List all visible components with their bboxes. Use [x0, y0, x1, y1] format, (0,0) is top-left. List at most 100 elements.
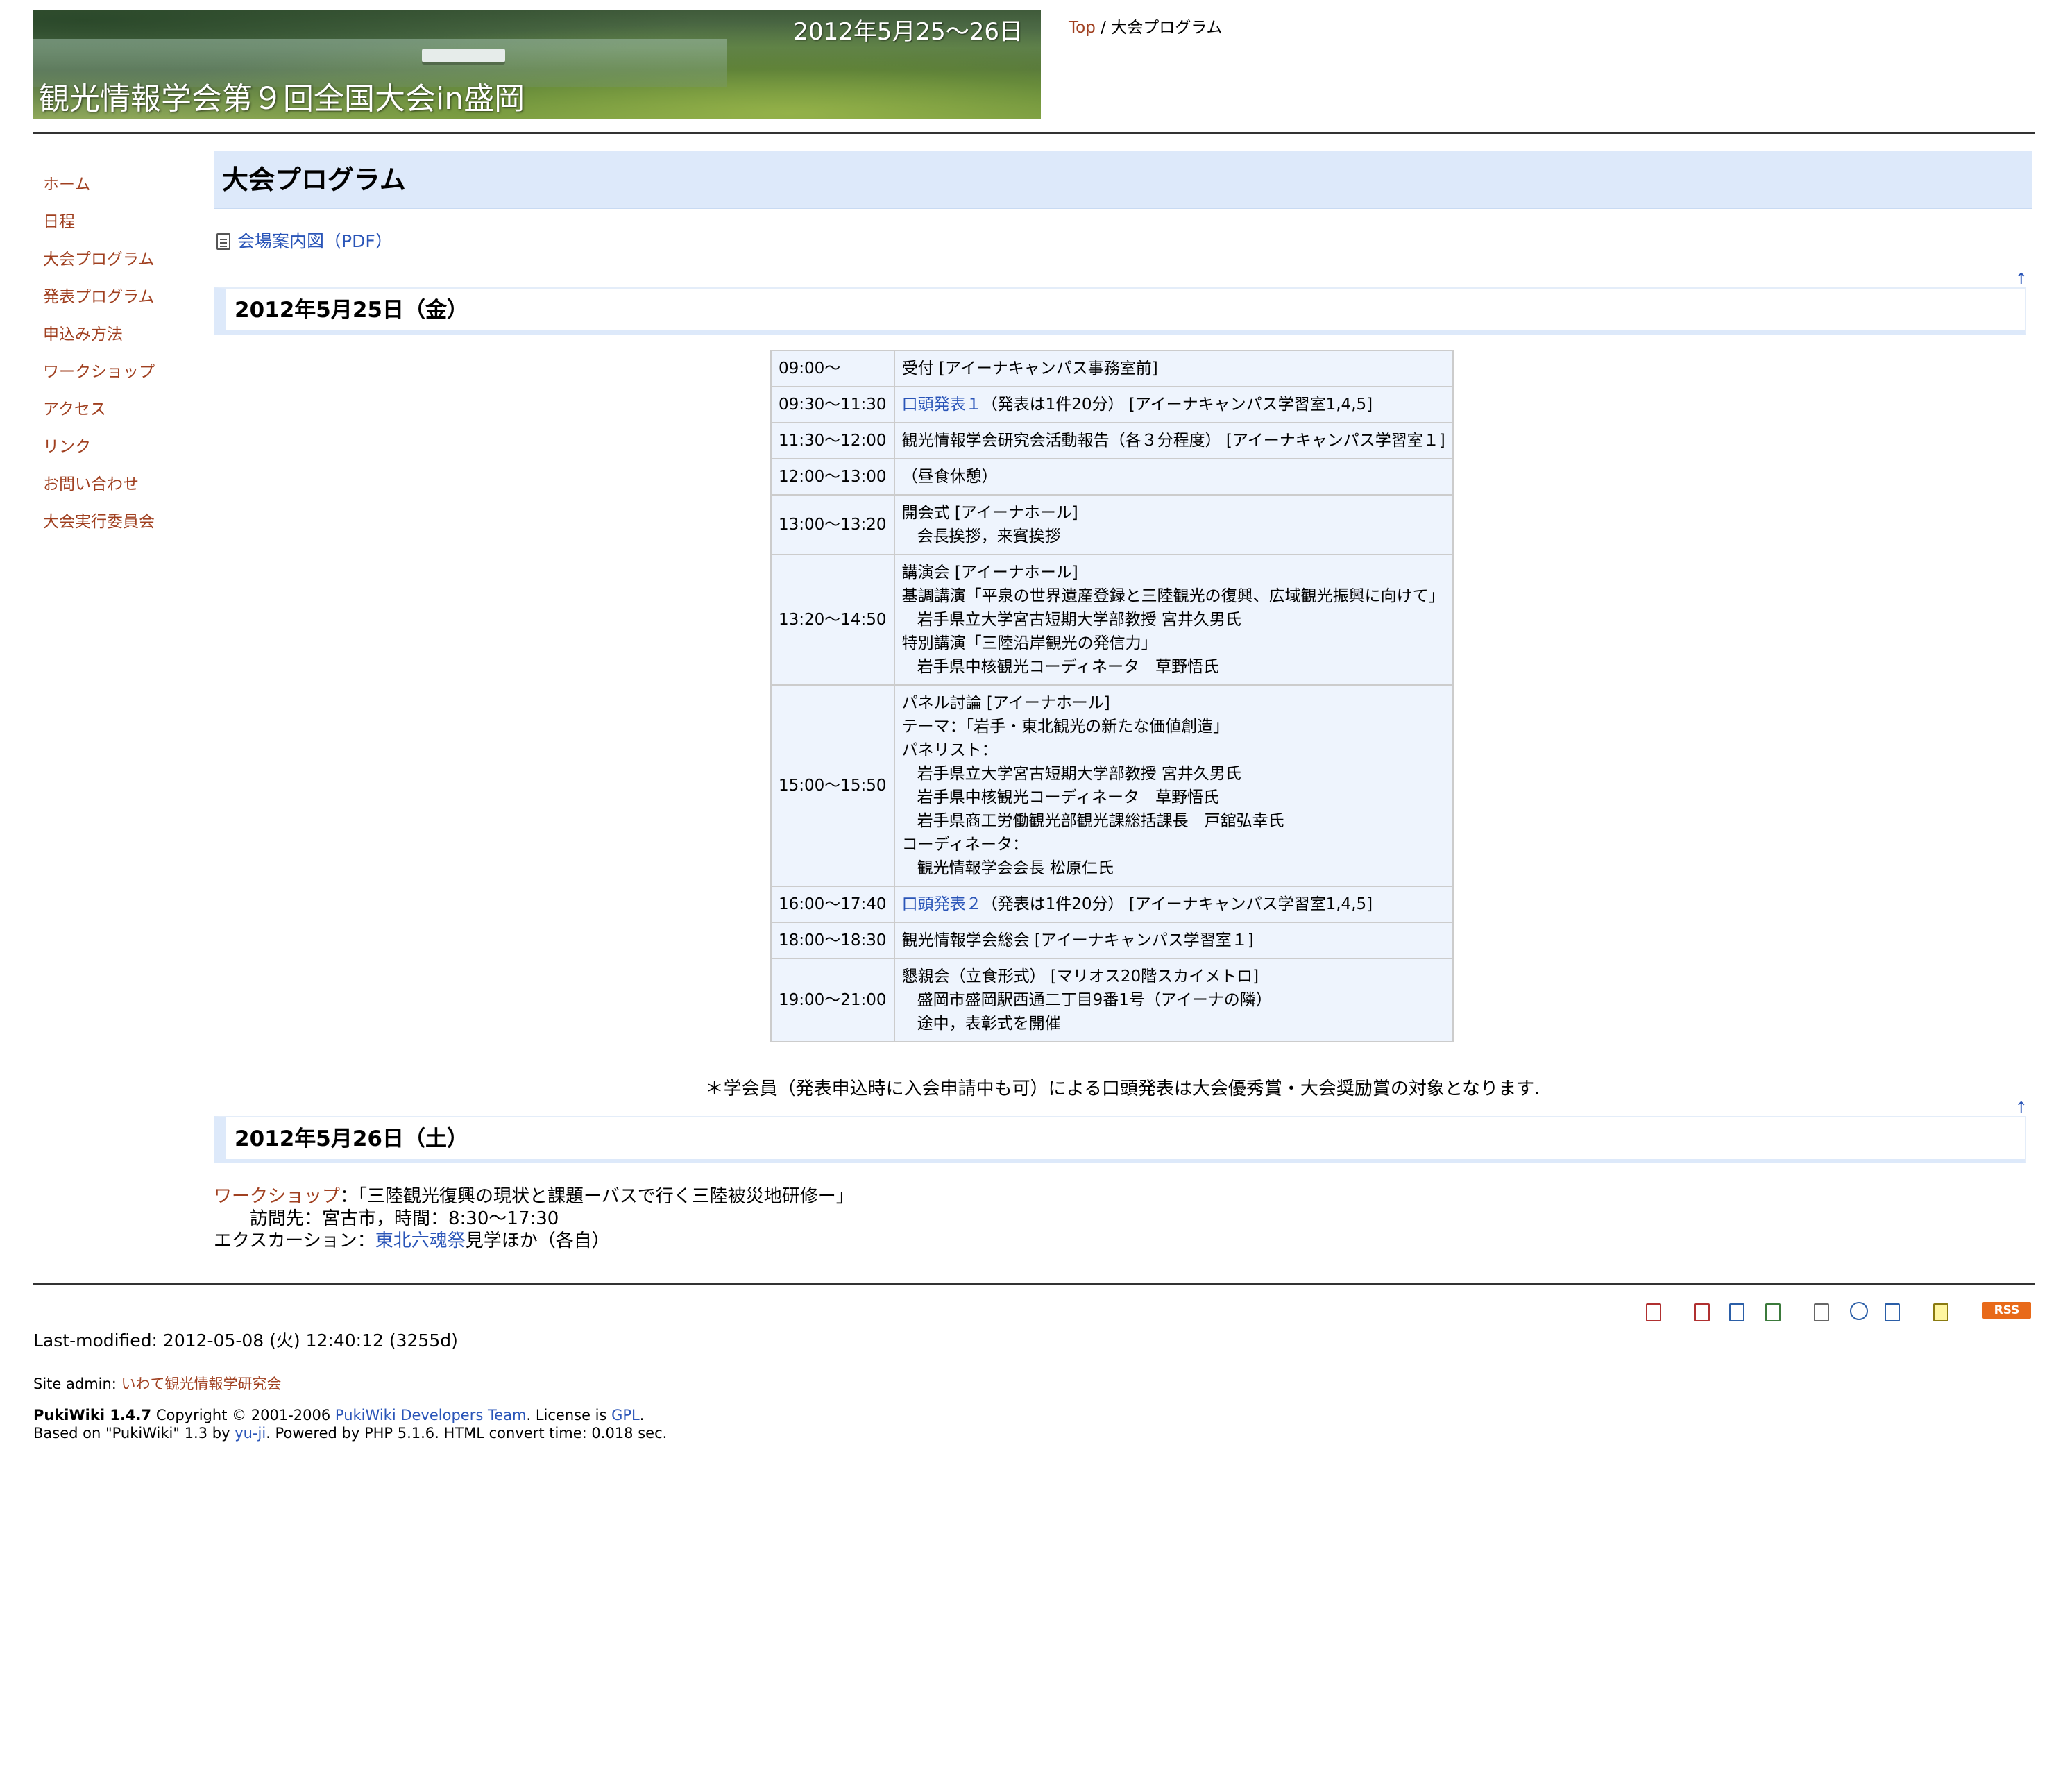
jump-to-top-arrow-2[interactable]: ↑	[2015, 1099, 2028, 1117]
schedule-table: 09:00〜 受付 [アイーナキャンパス事務室前] 09:30〜11:30 口頭…	[770, 350, 1454, 1042]
row-line: 岩手県中核観光コーディネータ 草野悟氏	[917, 788, 1219, 806]
recent-changes-icon[interactable]	[1885, 1303, 1900, 1321]
menu-item-access[interactable]: アクセス	[43, 400, 106, 419]
row-line: パネリスト：	[901, 741, 998, 759]
row-desc: 観光情報学会研究会活動報告（各３分程度） [アイーナキャンパス学習室１]	[893, 422, 1454, 459]
breadcrumb-current: 大会プログラム	[1111, 19, 1223, 37]
help-icon[interactable]	[1933, 1303, 1948, 1321]
row-desc: 懇親会（立食形式） [マリオス20階スカイメトロ] 盛岡市盛岡駅西通二丁目9番1…	[893, 958, 1454, 1042]
site-admin: Site admin: いわて観光情報学研究会	[33, 1373, 282, 1394]
row-line: 岩手県商工労働観光部観光課総括課長 戸舘弘幸氏	[917, 812, 1284, 830]
table-row: 09:00〜 受付 [アイーナキャンパス事務室前]	[770, 350, 1454, 387]
row-desc: 受付 [アイーナキャンパス事務室前]	[893, 350, 1454, 387]
rokkonsai-link[interactable]: 東北六魂祭	[375, 1231, 466, 1251]
row-line: 盛岡市盛岡駅西通二丁目9番1号（アイーナの隣）	[917, 991, 1272, 1009]
table-row: 15:00〜15:50 パネル討論 [アイーナホール] テーマ：「岩手・東北観光…	[770, 684, 1454, 887]
copy-icon[interactable]	[1814, 1303, 1829, 1321]
freeze-icon[interactable]	[1729, 1303, 1744, 1321]
row-line: 岩手県立大学宮古短期大学部教授 宮井久男氏	[917, 611, 1241, 629]
credits-powered: . Powered by PHP 5.1.6. HTML convert tim…	[266, 1425, 668, 1442]
pukiwiki-team-link[interactable]: PukiWiki Developers Team	[335, 1407, 527, 1423]
footer-divider	[33, 1283, 2035, 1285]
table-row: 13:00〜13:20 開会式 [アイーナホール] 会長挨拶，来賓挨拶	[770, 494, 1454, 555]
row-line: （発表は1件20分） [アイーナキャンパス学習室1,4,5]	[981, 895, 1373, 913]
menu-item-registration[interactable]: 申込み方法	[43, 326, 123, 344]
rss-icon[interactable]: RSS	[1982, 1302, 2031, 1319]
row-line: （昼食休憩）	[901, 468, 998, 486]
visit-line: 訪問先：宮古市，時間：8:30〜17:30	[250, 1208, 559, 1229]
credits-license: . License is	[526, 1407, 612, 1423]
site-admin-link[interactable]: いわて観光情報学研究会	[121, 1376, 282, 1392]
search-icon[interactable]	[1850, 1302, 1868, 1320]
breadcrumb: Top / 大会プログラム	[1069, 14, 1223, 37]
row-line: 特別講演「三陸沿岸観光の発信力」	[901, 634, 1157, 652]
row-time: 19:00〜21:00	[770, 958, 895, 1042]
top-icon[interactable]	[1646, 1303, 1661, 1321]
row-line: 観光情報学会会長 松原仁氏	[917, 859, 1114, 877]
main-content: 大会プログラム 会場案内図（PDF） ↑ 2012年5月25日（金） 09:00…	[214, 151, 2032, 1251]
menu-item-program[interactable]: 大会プログラム	[43, 251, 154, 269]
menu-item-committee[interactable]: 大会実行委員会	[43, 513, 155, 531]
breadcrumb-top-link[interactable]: Top	[1069, 19, 1096, 37]
credits-line-2: Based on "PukiWiki" 1.3 by yu-ji. Powere…	[33, 1424, 667, 1442]
menu-item-workshop[interactable]: ワークショップ	[43, 363, 155, 381]
row-line: パネル討論 [アイーナホール]	[901, 694, 1110, 712]
credits-copyright: Copyright © 2001-2006	[151, 1407, 335, 1423]
row-time: 15:00〜15:50	[770, 684, 895, 887]
row-desc: 口頭発表２（発表は1件20分） [アイーナキャンパス学習室1,4,5]	[893, 886, 1454, 923]
table-row: 13:20〜14:50 講演会 [アイーナホール] 基調講演「平泉の世界遺産登録…	[770, 554, 1454, 686]
row-line: 会長挨拶，来賓挨拶	[917, 527, 1061, 546]
row-desc: パネル討論 [アイーナホール] テーマ：「岩手・東北観光の新たな価値創造」 パネ…	[893, 684, 1454, 887]
row-line: テーマ：「岩手・東北観光の新たな価値創造」	[901, 718, 1230, 736]
row-line: 観光情報学会総会 [アイーナキャンパス学習室１]	[901, 931, 1254, 949]
day2-heading: 2012年5月26日（土）	[214, 1116, 2026, 1163]
row-line: 基調講演「平泉の世界遺産登録と三陸観光の復興、広域観光振興に向けて」	[901, 587, 1445, 605]
page-title: 大会プログラム	[214, 151, 2032, 209]
day1-heading: 2012年5月25日（金）	[214, 287, 2026, 335]
row-time: 13:20〜14:50	[770, 554, 895, 686]
diff-icon[interactable]	[1765, 1303, 1781, 1321]
table-row: 16:00〜17:40 口頭発表２（発表は1件20分） [アイーナキャンパス学習…	[770, 886, 1454, 923]
credits-line-1: PukiWiki 1.4.7 Copyright © 2001-2006 Puk…	[33, 1406, 667, 1424]
menu-item-schedule[interactable]: 日程	[43, 213, 75, 231]
menu-item-links[interactable]: リンク	[43, 438, 91, 456]
banner-title: 観光情報学会第９回全国大会in盛岡	[39, 81, 525, 117]
site-admin-label: Site admin:	[33, 1376, 121, 1392]
menu-item-contact[interactable]: お問い合わせ	[43, 475, 139, 493]
yu-ji-link[interactable]: yu-ji	[235, 1425, 266, 1442]
workshop-link[interactable]: ワークショップ	[214, 1186, 340, 1207]
header-banner: 2012年5月25〜26日 観光情報学会第９回全国大会in盛岡	[33, 10, 1041, 119]
row-desc: （昼食休憩）	[893, 458, 1454, 496]
attachment-file-icon	[216, 233, 230, 250]
oral-session-2-link[interactable]: 口頭発表２	[902, 895, 982, 913]
pukiwiki-version: PukiWiki 1.4.7	[33, 1407, 152, 1423]
row-desc: 観光情報学会総会 [アイーナキャンパス学習室１]	[893, 922, 1454, 959]
table-row: 12:00〜13:00 （昼食休憩）	[770, 458, 1454, 496]
row-line: 岩手県中核観光コーディネータ 草野悟氏	[917, 658, 1219, 676]
gpl-link[interactable]: GPL	[611, 1407, 640, 1423]
menu-item-home[interactable]: ホーム	[43, 176, 90, 194]
attachment-pdf-link[interactable]: 会場案内図（PDF）	[237, 231, 393, 251]
row-time: 16:00〜17:40	[770, 886, 895, 923]
menu-item-presentations[interactable]: 発表プログラム	[43, 288, 154, 306]
row-line: 開会式 [アイーナホール]	[901, 504, 1078, 522]
row-time: 11:30〜12:00	[770, 422, 895, 459]
row-desc: 口頭発表１（発表は1件20分） [アイーナキャンパス学習室1,4,5]	[893, 386, 1454, 423]
table-row: 19:00〜21:00 懇親会（立食形式） [マリオス20階スカイメトロ] 盛岡…	[770, 958, 1454, 1042]
row-desc: 講演会 [アイーナホール] 基調講演「平泉の世界遺産登録と三陸観光の復興、広域観…	[893, 554, 1454, 686]
credits-dot: .	[639, 1407, 645, 1423]
workshop-text: ：「三陸観光復興の現状と課題ーバスで行く三陸被災地研修ー」	[340, 1186, 854, 1207]
row-line: 観光情報学会研究会活動報告（各３分程度） [アイーナキャンパス学習室１]	[901, 432, 1445, 450]
sidebar-menu: ホーム 日程 大会プログラム 発表プログラム 申込み方法 ワークショップ アクセ…	[43, 171, 196, 546]
edit-icon[interactable]	[1694, 1303, 1710, 1321]
row-time: 09:00〜	[770, 350, 895, 387]
table-row: 18:00〜18:30 観光情報学会総会 [アイーナキャンパス学習室１]	[770, 922, 1454, 959]
excursion-line: エクスカーション：東北六魂祭見学ほか（各自）	[214, 1230, 610, 1252]
jump-to-top-arrow-1[interactable]: ↑	[2015, 271, 2028, 288]
row-line: （発表は1件20分） [アイーナキャンパス学習室1,4,5]	[981, 396, 1373, 414]
header-divider	[33, 132, 2035, 134]
table-row: 09:30〜11:30 口頭発表１（発表は1件20分） [アイーナキャンパス学習…	[770, 386, 1454, 423]
excursion-text: 見学ほか（各自）	[465, 1231, 610, 1251]
row-line: 途中，表彰式を開催	[917, 1015, 1061, 1033]
oral-session-1-link[interactable]: 口頭発表１	[902, 396, 982, 414]
